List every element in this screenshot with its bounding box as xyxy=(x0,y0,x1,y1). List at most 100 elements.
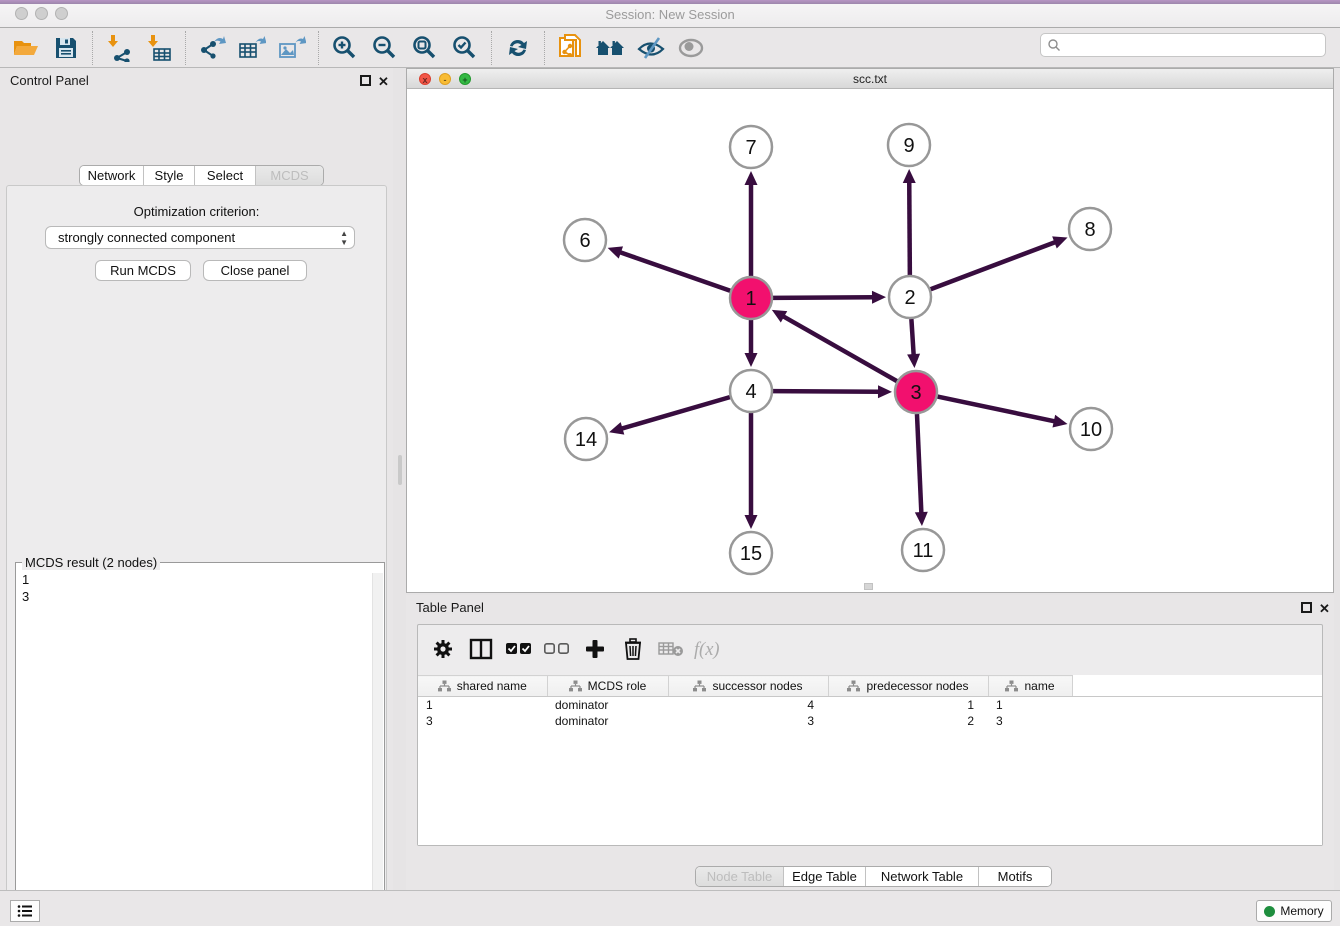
save-session-button[interactable] xyxy=(46,31,86,65)
node-table-scroll-area[interactable]: shared name MCDS role successor nodesprede… xyxy=(418,675,1322,845)
zoom-fit-button[interactable] xyxy=(405,31,445,65)
tab-network[interactable]: Network xyxy=(80,166,144,185)
edge-3-10[interactable] xyxy=(938,397,1056,422)
column-type-icon xyxy=(693,680,706,692)
zoom-fit-icon xyxy=(411,34,439,62)
table-cell[interactable]: 3 xyxy=(418,713,547,729)
table-cell[interactable]: 1 xyxy=(988,697,1072,713)
control-panel-header: Control Panel ✕ xyxy=(0,68,393,94)
select-all-checkboxes-button[interactable] xyxy=(502,633,535,665)
table-cell[interactable]: dominator xyxy=(547,713,668,729)
graph-node-label-6: 6 xyxy=(579,230,590,252)
toolbar-separator xyxy=(185,31,186,65)
table-cell[interactable]: 1 xyxy=(418,697,547,713)
import-network-button[interactable] xyxy=(99,31,139,65)
tab-style[interactable]: Style xyxy=(144,166,195,185)
export-image-button[interactable] xyxy=(272,31,312,65)
search-box[interactable] xyxy=(1040,33,1326,57)
close-panel-icon[interactable]: ✕ xyxy=(378,74,389,90)
tab-select[interactable]: Select xyxy=(195,166,256,185)
zoom-selected-button[interactable] xyxy=(445,31,485,65)
table-row[interactable]: 3dominator323 xyxy=(418,713,1322,729)
canvas-resize-grip[interactable] xyxy=(864,583,873,590)
search-input[interactable] xyxy=(1061,36,1325,54)
edge-arrowhead-3-10 xyxy=(1052,415,1067,428)
column-header-label: MCDS role xyxy=(588,679,647,693)
column-header-shared-name[interactable]: shared name xyxy=(418,676,547,697)
float-panel-icon[interactable] xyxy=(360,75,371,86)
tab-motifs[interactable]: Motifs xyxy=(979,867,1051,886)
zoom-out-icon xyxy=(371,34,399,62)
split-panel-button[interactable] xyxy=(464,633,497,665)
table-cell[interactable]: 1 xyxy=(828,697,988,713)
hide-selected-button[interactable] xyxy=(631,31,671,65)
column-header-MCDS-role[interactable]: MCDS role xyxy=(547,676,668,697)
edge-4-14[interactable] xyxy=(621,397,730,429)
tab-node-table[interactable]: Node Table xyxy=(696,867,784,886)
column-type-icon xyxy=(569,680,582,692)
delete-table-button xyxy=(654,633,687,665)
table-cell[interactable]: 3 xyxy=(668,713,828,729)
table-cell[interactable]: 3 xyxy=(988,713,1072,729)
edge-4-3[interactable] xyxy=(773,391,880,392)
edge-1-2[interactable] xyxy=(773,297,874,298)
table-cell[interactable]: 4 xyxy=(668,697,828,713)
column-type-icon xyxy=(1005,680,1018,692)
zoom-in-button[interactable] xyxy=(325,31,365,65)
table-cell[interactable]: 2 xyxy=(828,713,988,729)
split-panel-icon xyxy=(469,638,493,660)
memory-button[interactable]: Memory xyxy=(1256,900,1332,922)
task-history-button[interactable] xyxy=(10,900,40,922)
edge-2-9[interactable] xyxy=(909,181,910,275)
column-type-icon xyxy=(847,680,860,692)
toolbar-separator xyxy=(491,31,492,65)
network-canvas[interactable]: 7968124314101511 xyxy=(407,89,1333,592)
result-scrollbar[interactable] xyxy=(372,573,383,926)
edge-2-3[interactable] xyxy=(911,319,913,356)
tab-network-table[interactable]: Network Table xyxy=(866,867,979,886)
table-settings-gear-button[interactable] xyxy=(426,633,459,665)
export-table-icon xyxy=(238,34,266,62)
tab-edge-table[interactable]: Edge Table xyxy=(784,867,866,886)
first-neighbors-button[interactable] xyxy=(591,31,631,65)
memory-status-icon xyxy=(1264,906,1275,917)
edge-1-6[interactable] xyxy=(619,252,730,291)
table-row[interactable]: 1dominator411 xyxy=(418,697,1322,713)
show-all-button xyxy=(671,31,711,65)
edge-3-11[interactable] xyxy=(917,414,921,514)
close-panel-button[interactable]: Close panel xyxy=(203,260,307,281)
network-window-titlebar[interactable]: x - + scc.txt xyxy=(407,69,1333,89)
run-mcds-button[interactable]: Run MCDS xyxy=(95,260,191,281)
column-header-predecessor-nodes[interactable]: predecessor nodes xyxy=(828,676,988,697)
tab-mcds[interactable]: MCDS xyxy=(256,166,323,185)
edge-arrowhead-1-6 xyxy=(608,246,623,258)
edge-3-1[interactable] xyxy=(782,316,897,381)
edge-2-8[interactable] xyxy=(931,242,1057,290)
edge-arrowhead-4-14 xyxy=(609,422,624,434)
table-float-panel-icon[interactable] xyxy=(1301,602,1312,613)
svg-text:f(x): f(x) xyxy=(694,639,720,660)
open-file-button[interactable] xyxy=(6,31,46,65)
graph-node-label-11: 11 xyxy=(913,540,934,562)
import-table-button[interactable] xyxy=(139,31,179,65)
mcds-result-text[interactable]: 1 3 xyxy=(22,571,362,926)
refresh-layout-button[interactable] xyxy=(498,31,538,65)
deselect-all-checkboxes-button[interactable] xyxy=(540,633,573,665)
export-network-button[interactable] xyxy=(192,31,232,65)
add-column-button[interactable] xyxy=(578,633,611,665)
column-header-label: name xyxy=(1024,679,1054,693)
export-table-button[interactable] xyxy=(232,31,272,65)
delete-column-trash-button[interactable] xyxy=(616,633,649,665)
column-header-successor-nodes[interactable]: successor nodes xyxy=(668,676,828,697)
column-header-name[interactable]: name xyxy=(988,676,1072,697)
table-close-panel-icon[interactable]: ✕ xyxy=(1319,601,1330,617)
optimization-criterion-value: strongly connected component xyxy=(58,230,235,245)
graph-node-label-7: 7 xyxy=(745,137,756,159)
zoom-out-button[interactable] xyxy=(365,31,405,65)
control-panel-title: Control Panel xyxy=(10,73,89,88)
table-cell[interactable]: dominator xyxy=(547,697,668,713)
edge-arrowhead-1-2 xyxy=(872,291,886,304)
duplicate-network-button[interactable] xyxy=(551,31,591,65)
panel-splitter-grip[interactable] xyxy=(398,455,402,485)
optimization-criterion-select[interactable]: strongly connected component ▲▼ xyxy=(45,226,355,249)
